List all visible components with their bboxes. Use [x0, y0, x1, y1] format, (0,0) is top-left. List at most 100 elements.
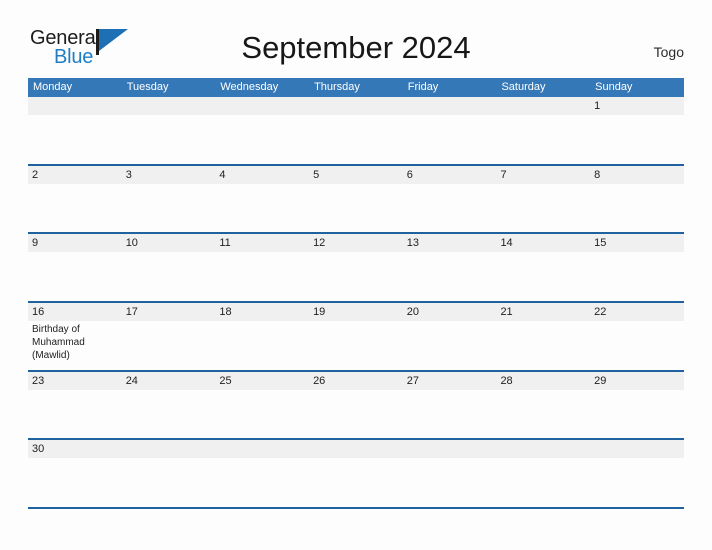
calendar-day-cell[interactable]: 22	[590, 303, 684, 370]
calendar-day-cell[interactable]: 3	[122, 166, 216, 233]
day-number: 6	[406, 168, 413, 181]
calendar-day-cell[interactable]: 23	[28, 372, 122, 439]
calendar-day-cell-empty	[215, 440, 309, 507]
calendar-day-cell-empty	[403, 97, 497, 164]
day-number: 30	[32, 443, 45, 456]
calendar-day-cell[interactable]: 8	[590, 166, 684, 233]
day-events: Birthday of Muhammad (Mawlid)	[32, 323, 118, 362]
calendar-week-row: 9 10 11 12 13 14 15	[28, 232, 684, 301]
day-number: 17	[125, 306, 138, 319]
day-number: 16	[32, 306, 45, 319]
calendar-day-cell-empty	[215, 97, 309, 164]
calendar-day-cell[interactable]: 6	[403, 166, 497, 233]
day-number: 26	[313, 374, 326, 387]
day-number: 13	[406, 237, 419, 250]
weekday-header-friday: Friday	[407, 81, 439, 93]
calendar-day-cell-empty	[309, 440, 403, 507]
day-number: 5	[313, 168, 320, 181]
day-number: 2	[32, 168, 39, 181]
calendar-day-cell[interactable]: 28	[496, 372, 590, 439]
week-cells: 30	[28, 440, 684, 507]
page-header: General Blue September 2024 Togo	[0, 0, 712, 78]
page-title: September 2024	[241, 30, 471, 65]
calendar-weeks-container: 1 2 3 4 5 6 7 8 9 10 11 12 13 14 15 16 Birthday of Muham…	[28, 97, 684, 507]
day-number: 10	[125, 237, 138, 250]
calendar-bottom-rule	[28, 507, 684, 510]
calendar-week-row: 16 Birthday of Muhammad (Mawlid) 17 18 19 20 2…	[28, 301, 684, 370]
calendar-day-cell[interactable]: 1	[590, 97, 684, 164]
week-cells: 16 Birthday of Muhammad (Mawlid) 17 18 19 20 2…	[28, 303, 684, 370]
calendar-day-cell[interactable]: 25	[215, 372, 309, 439]
calendar-day-cell[interactable]: 16 Birthday of Muhammad (Mawlid)	[28, 303, 122, 370]
calendar-day-cell-empty	[403, 440, 497, 507]
day-number: 8	[594, 168, 601, 181]
weekday-header-sunday: Sunday	[595, 81, 633, 93]
calendar-day-cell[interactable]: 15	[590, 234, 684, 301]
day-number: 4	[219, 168, 226, 181]
calendar-day-cell[interactable]: 14	[496, 234, 590, 301]
calendar-day-cell[interactable]: 10	[122, 234, 216, 301]
calendar-day-cell[interactable]: 9	[28, 234, 122, 301]
calendar-day-cell[interactable]: 21	[496, 303, 590, 370]
calendar-day-cell-empty	[496, 97, 590, 164]
day-number: 7	[500, 168, 507, 181]
calendar-week-row: 23 24 25 26 27 28 29	[28, 369, 684, 439]
day-number: 24	[125, 374, 138, 387]
calendar-day-cell[interactable]: 24	[122, 372, 216, 439]
weekday-header-wednesday: Wednesday	[220, 81, 279, 93]
week-cells: 23 24 25 26 27 28 29	[28, 372, 684, 439]
calendar-day-cell[interactable]: 17	[122, 303, 216, 370]
week-cells: 9 10 11 12 13 14 15	[28, 234, 684, 301]
day-number: 14	[500, 237, 513, 250]
day-number: 25	[219, 374, 232, 387]
weekday-header-thursday: Thursday	[314, 81, 360, 93]
calendar-day-cell-empty	[122, 97, 216, 164]
calendar-day-cell[interactable]: 4	[215, 166, 309, 233]
weekday-header-saturday: Saturday	[501, 81, 546, 93]
calendar-day-cell[interactable]: 7	[496, 166, 590, 233]
day-number: 23	[32, 374, 45, 387]
day-number: 12	[313, 237, 326, 250]
calendar-week-row: 30	[28, 438, 684, 507]
day-number: 9	[32, 237, 39, 250]
day-number: 22	[594, 306, 607, 319]
calendar-day-cell[interactable]: 20	[403, 303, 497, 370]
calendar-day-cell[interactable]: 30	[28, 440, 122, 507]
weekday-header-monday: Monday	[33, 81, 73, 93]
calendar-day-cell[interactable]: 5	[309, 166, 403, 233]
week-cells: 1	[28, 97, 684, 164]
day-number: 11	[219, 237, 231, 250]
calendar-day-cell-empty	[590, 440, 684, 507]
calendar-day-cell-empty	[496, 440, 590, 507]
day-number: 20	[406, 306, 419, 319]
day-number: 15	[594, 237, 607, 250]
calendar-day-cell-empty	[28, 97, 122, 164]
day-number: 27	[406, 374, 419, 387]
calendar-day-cell[interactable]: 2	[28, 166, 122, 233]
day-number: 19	[313, 306, 326, 319]
holiday-event-label: Birthday of Muhammad (Mawlid)	[32, 324, 85, 362]
calendar-day-cell[interactable]: 29	[590, 372, 684, 439]
country-label: Togo	[653, 44, 684, 60]
calendar-page: General Blue September 2024 Togo Monday …	[0, 0, 712, 550]
calendar-table: Monday Tuesday Wednesday Thursday Friday…	[28, 78, 684, 510]
calendar-day-cell[interactable]: 26	[309, 372, 403, 439]
day-number: 29	[594, 374, 607, 387]
calendar-day-cell[interactable]: 18	[215, 303, 309, 370]
day-number: 28	[500, 374, 513, 387]
calendar-week-row: 2 3 4 5 6 7 8	[28, 163, 684, 233]
calendar-weekday-header-row: Monday Tuesday Wednesday Thursday Friday…	[28, 78, 684, 97]
calendar-day-cell[interactable]: 19	[309, 303, 403, 370]
day-number: 18	[219, 306, 232, 319]
calendar-day-cell[interactable]: 12	[309, 234, 403, 301]
calendar-day-cell-empty	[122, 440, 216, 507]
calendar-week-row: 1	[28, 97, 684, 164]
day-number: 21	[500, 306, 513, 319]
calendar-day-cell[interactable]: 27	[403, 372, 497, 439]
day-number: 1	[594, 100, 601, 112]
week-cells: 2 3 4 5 6 7 8	[28, 166, 684, 233]
calendar-day-cell[interactable]: 11	[215, 234, 309, 301]
weekday-header-tuesday: Tuesday	[126, 81, 169, 93]
day-number: 3	[125, 168, 132, 181]
calendar-day-cell[interactable]: 13	[403, 234, 497, 301]
